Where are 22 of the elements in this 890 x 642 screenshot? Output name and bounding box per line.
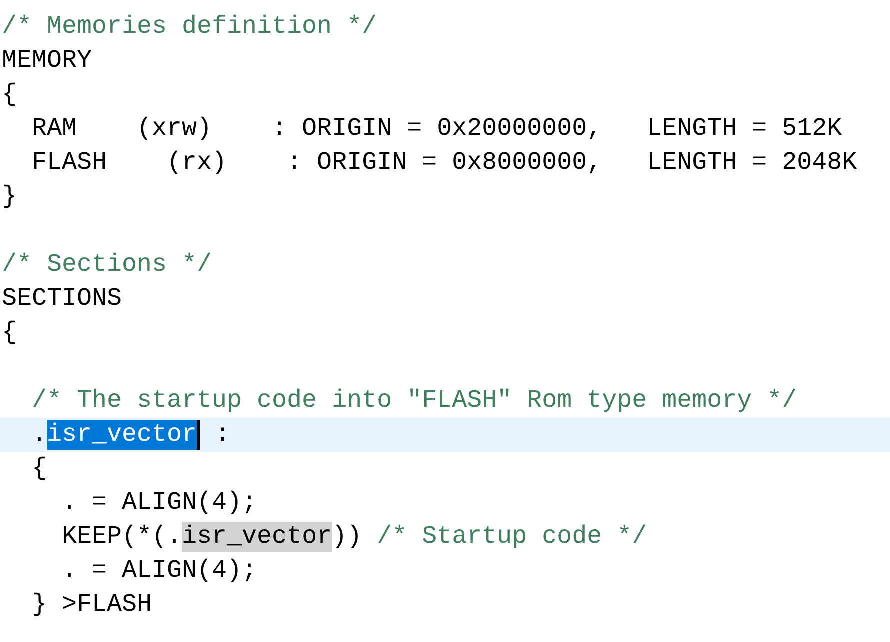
code-text: FLASH (rx) : ORIGIN = 0x8000000, LENGTH = 2048K <box>32 147 858 179</box>
code-text: SECTIONS <box>2 283 122 315</box>
code-comment: /* The startup code into "FLASH" Rom type memory */ <box>32 385 798 417</box>
code-text: { <box>2 317 18 349</box>
code-text: . <box>32 419 48 451</box>
code-text: MEMORY <box>2 45 92 77</box>
search-match: isr_vector <box>182 522 332 552</box>
selected-text: isr_vector <box>47 420 198 450</box>
code-text: } >FLASH <box>32 589 152 621</box>
code-comment: /* Sections */ <box>2 249 212 281</box>
text-cursor <box>197 420 200 450</box>
code-text: . = ALIGN(4); <box>62 555 258 587</box>
code-text: )) <box>332 521 362 553</box>
code-text: . = ALIGN(4); <box>62 487 258 519</box>
code-comment: /* Startup code */ <box>377 521 648 553</box>
code-text: } <box>2 181 18 213</box>
code-comment: /* Memories definition */ <box>2 11 378 43</box>
code-text: : <box>215 419 230 451</box>
code-text: KEEP(*(. <box>62 521 182 553</box>
code-text: RAM (xrw) : ORIGIN = 0x20000000, LENGTH = 512K <box>32 113 842 145</box>
code-text: { <box>32 453 48 485</box>
code-text: { <box>2 79 18 111</box>
